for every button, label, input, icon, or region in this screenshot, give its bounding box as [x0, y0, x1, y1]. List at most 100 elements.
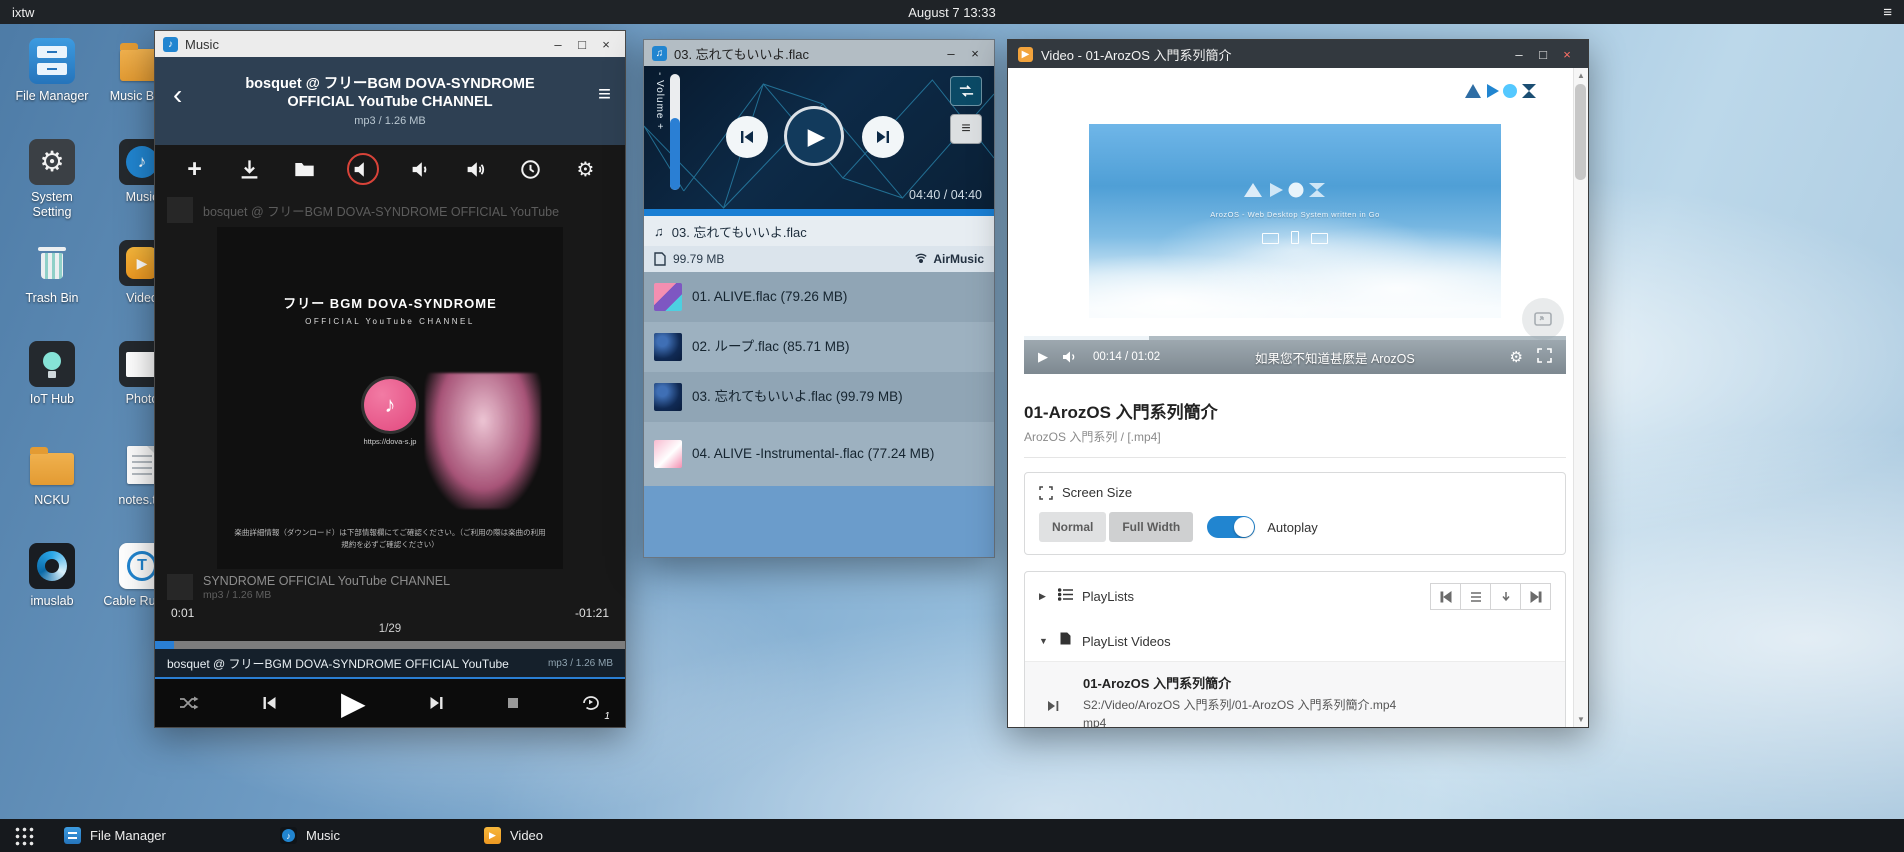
desktop-icon-iot-hub[interactable]: IoT Hub [8, 341, 96, 442]
current-track-format: mp3 / 1.26 MB [548, 658, 613, 669]
desktop-icon-file-manager[interactable]: File Manager [8, 38, 96, 139]
video-player[interactable]: ArozOS - Web Desktop System written in G… [1024, 124, 1566, 376]
normal-size-button[interactable]: Normal [1039, 512, 1106, 542]
skip-to-end-button[interactable] [1520, 583, 1551, 610]
toggle-knob [1234, 517, 1254, 537]
play-button[interactable]: ▶ [341, 687, 366, 719]
repeat-button[interactable]: 1 [581, 695, 601, 711]
volume-low-button[interactable] [408, 156, 434, 182]
album-art-url: https://dova-s.jp [364, 437, 417, 446]
time-row: 0:01 -01:21 [155, 603, 625, 623]
video-frame[interactable]: ArozOS - Web Desktop System written in G… [1089, 124, 1501, 318]
playlist-row-dim[interactable]: bosquet @ フリーBGM DOVA-SYNDROME OFFICIAL … [155, 193, 625, 227]
seek-bar[interactable] [155, 641, 625, 649]
back-button[interactable]: ‹ [173, 81, 182, 109]
track-format: mp3 / 1.26 MB [354, 115, 426, 127]
history-clock-button[interactable] [518, 156, 544, 182]
scroll-down-icon[interactable]: ▼ [1577, 715, 1585, 724]
album-art[interactable]: フリー BGM DOVA-SYNDROME OFFICIAL YouTube C… [217, 227, 563, 569]
playlist-row[interactable]: 04. ALIVE -Instrumental-.flac (77.24 MB) [644, 422, 994, 486]
close-button[interactable]: × [964, 47, 986, 60]
menu-button[interactable]: ≡ [598, 83, 611, 105]
playlist-row[interactable]: 02. ループ.flac (85.71 MB) [644, 322, 994, 372]
playback-controls: ▶ 1 [155, 679, 625, 727]
caret-down-icon[interactable]: ▼ [1039, 636, 1049, 646]
scrollbar[interactable]: ▲ ▼ [1573, 68, 1588, 727]
playlist-item-title: 01-ArozOS 入門系列簡介 [1083, 673, 1396, 692]
current-track-title: bosquet @ フリーBGM DOVA-SYNDROME OFFICIAL … [167, 655, 538, 672]
hamburger-menu-icon[interactable]: ≡ [1871, 4, 1904, 21]
device-icons [1089, 231, 1501, 244]
next-button[interactable] [862, 116, 904, 158]
taskbar-item-music[interactable]: ♪ Music [280, 819, 340, 852]
seek-bar[interactable] [644, 209, 994, 216]
video-settings-icon[interactable]: ⚙ [1510, 348, 1523, 366]
minimize-button[interactable]: – [1508, 48, 1530, 61]
volume-track[interactable] [670, 74, 680, 190]
autoplay-toggle[interactable] [1207, 516, 1255, 538]
volume-icon[interactable] [1062, 350, 1079, 364]
screen-size-card: Screen Size Normal Full Width Autoplay [1024, 472, 1566, 555]
caret-right-icon[interactable]: ▶ [1039, 591, 1049, 602]
minimize-button[interactable]: – [940, 47, 962, 60]
volume-slider[interactable]: - Volume + [654, 72, 680, 190]
player-time: 04:40 / 04:40 [909, 188, 982, 202]
taskbar-item-video[interactable]: ▶ Video [484, 819, 543, 852]
scroll-up-icon[interactable]: ▲ [1577, 71, 1585, 80]
video-subtitle: ArozOS 入門系列 / [.mp4] [1024, 428, 1566, 458]
app-grid-icon[interactable] [14, 826, 34, 846]
track-thumbnail [167, 574, 193, 600]
playlist-row-dim[interactable]: SYNDROME OFFICIAL YouTube CHANNEL mp3 / … [155, 569, 625, 603]
arozos-logo [1464, 82, 1544, 105]
maximize-button[interactable]: □ [571, 38, 593, 51]
playlist-row[interactable]: 01. ALIVE.flac (79.26 MB) [644, 272, 994, 322]
taskbar-item-file-manager[interactable]: File Manager [64, 819, 166, 852]
fullscreen-icon[interactable] [1537, 348, 1552, 367]
play-button[interactable]: ▶ [1038, 349, 1048, 365]
start-menu-button[interactable]: ixtw [0, 5, 46, 20]
play-button[interactable]: ▶ [784, 106, 844, 166]
next-button[interactable] [427, 695, 446, 711]
shuffle-button[interactable] [179, 696, 199, 710]
repeat-mode-button[interactable] [950, 76, 982, 106]
music-window-titlebar[interactable]: ♪ Music – □ × [155, 31, 625, 57]
desktop-icon-trash-bin[interactable]: Trash Bin [8, 240, 96, 341]
current-track-row[interactable]: bosquet @ フリーBGM DOVA-SYNDROME OFFICIAL … [155, 649, 625, 679]
stop-button[interactable] [507, 697, 519, 709]
download-button[interactable] [1490, 583, 1521, 610]
playlist-video-item[interactable]: 01-ArozOS 入門系列簡介 S2:/Video/ArozOS 入門系列/0… [1025, 661, 1565, 727]
track-thumbnail [654, 333, 682, 361]
desktop-icon-system-setting[interactable]: ⚙ System Setting [8, 139, 96, 240]
lightbulb-icon [29, 341, 75, 387]
airmusic-brand: AirMusic [914, 252, 984, 266]
close-button[interactable]: × [595, 38, 617, 51]
volume-high-button[interactable] [463, 156, 489, 182]
playlist-videos-header-row[interactable]: ▼ PlayList Videos [1025, 621, 1565, 661]
close-button[interactable]: × [1556, 48, 1578, 61]
airmusic-window-titlebar[interactable]: ♫ 03. 忘れてもいいよ.flac – × [644, 40, 994, 66]
previous-button[interactable] [726, 116, 768, 158]
playlist-menu-button[interactable]: ≡ [950, 114, 982, 144]
add-button[interactable]: + [182, 156, 208, 182]
playlists-header-row[interactable]: ▶ PlayLists [1025, 572, 1565, 621]
desktop-icon-imuslab[interactable]: imuslab [8, 543, 96, 644]
video-seek-bar[interactable] [1024, 336, 1566, 340]
playlist-row[interactable]: 03. 忘れてもいいよ.flac (99.79 MB) [644, 372, 994, 422]
settings-button[interactable]: ⚙ [573, 156, 599, 182]
previous-button[interactable] [260, 695, 279, 711]
minimize-button[interactable]: – [547, 38, 569, 51]
full-width-button[interactable]: Full Width [1109, 512, 1193, 542]
file-icon [1058, 632, 1073, 650]
desktop-icon-ncku[interactable]: NCKU [8, 442, 96, 543]
video-window-titlebar[interactable]: ▶ Video - 01-ArozOS 入門系列簡介 – □ × [1008, 40, 1588, 68]
skip-to-start-button[interactable] [1430, 583, 1461, 610]
playlist-list-button[interactable] [1460, 583, 1491, 610]
mute-button[interactable] [347, 153, 379, 185]
scrollbar-thumb[interactable] [1575, 84, 1586, 180]
time-elapsed: 0:01 [171, 606, 194, 623]
open-folder-button[interactable] [292, 156, 318, 182]
pip-button[interactable] [1522, 298, 1564, 340]
download-button[interactable] [237, 156, 263, 182]
video-app-icon: ▶ [1018, 47, 1033, 62]
maximize-button[interactable]: □ [1532, 48, 1554, 61]
